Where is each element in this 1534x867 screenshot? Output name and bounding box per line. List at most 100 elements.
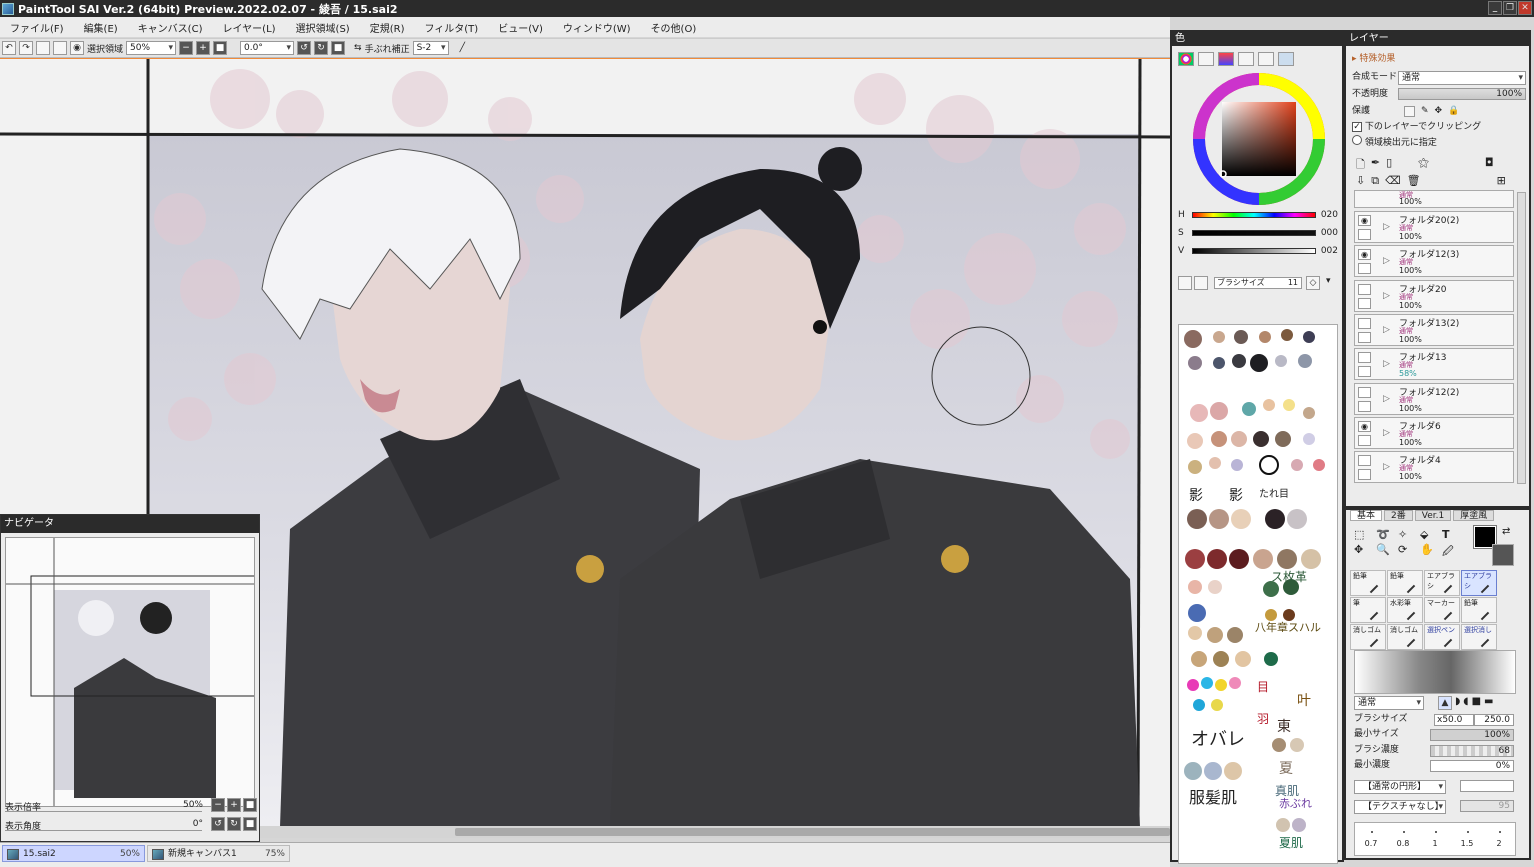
saturation-slider[interactable] [1192,230,1316,236]
ruler-icon[interactable]: ╱ [460,43,465,53]
rotation-select[interactable]: 0.0° [240,41,295,55]
color-wheel[interactable] [1192,72,1326,206]
clipping-checkbox[interactable]: ✓ [1352,122,1362,132]
layer-lock-box[interactable] [1358,297,1371,309]
layer-lock-box[interactable] [1358,400,1371,412]
secondary-color-swatch[interactable] [1492,544,1514,566]
swap-colors-icon[interactable]: ⇄ [1502,526,1510,537]
menu-window[interactable]: ウィンドウ(W) [553,20,641,35]
flip-icon[interactable]: ⇆ [354,43,362,53]
nav-zoom-out-icon[interactable]: − [211,798,225,812]
brush-slot[interactable]: エアブラシ [1424,570,1460,596]
clear-layer-icon[interactable]: ⌫ [1385,174,1401,188]
color-wheel-mode-icon[interactable] [1178,52,1194,66]
protect-lock-icon[interactable]: 🔒 [1448,106,1459,117]
rgb-slider-mode-icon[interactable] [1198,52,1214,66]
zoom-tool-icon[interactable]: 🔍 [1376,543,1396,562]
zoom-reset-icon[interactable]: ■ [213,41,228,55]
hscroll-thumb[interactable] [455,828,1170,836]
layer-item[interactable]: ▷ フォルダ13 通常 58% [1354,348,1514,381]
size-preset[interactable]: 1 [1419,823,1451,855]
folder-expand-icon[interactable]: ▷ [1383,394,1390,404]
text-tool-icon[interactable]: T [1442,528,1462,541]
layer-item[interactable]: ◉ ▷ フォルダ6 通常 100% [1354,416,1514,449]
undo-icon[interactable]: ↶ [2,41,16,55]
layer-item-partial[interactable]: 通常 100% [1354,190,1514,208]
folder-expand-icon[interactable]: ▷ [1383,291,1390,301]
nav-rotate-left-icon[interactable]: ↺ [211,817,225,831]
menu-edit[interactable]: 編集(E) [74,20,128,35]
merge-down-icon[interactable]: ⇩ [1356,174,1365,188]
rotate-left-icon[interactable]: ↺ [297,41,312,55]
value-slider[interactable] [1192,248,1316,254]
swatch-mode-icon[interactable] [1258,52,1274,66]
restore-icon[interactable]: ❐ [1503,1,1517,15]
folder-expand-icon[interactable]: ▷ [1383,256,1390,266]
hue-slider-row[interactable]: H 020 [1178,210,1338,222]
clipping-row[interactable]: ✓ 下のレイヤーでクリッピング [1352,120,1481,134]
brush-slot[interactable]: マーカー [1424,597,1460,623]
value-slider-row[interactable]: V 002 [1178,246,1338,258]
size-preset[interactable]: 1.5 [1451,823,1483,855]
opacity-slider[interactable]: 100% [1398,88,1526,100]
eye-hidden-icon[interactable] [1358,352,1371,364]
lasso-icon[interactable]: ➰ [1376,528,1396,541]
menu-other[interactable]: その他(O) [641,20,707,35]
file-tab-active[interactable]: 15.sai2 50% [2,845,145,862]
folder-expand-icon[interactable]: ▷ [1383,428,1390,438]
brush-texture-strength[interactable]: 95 [1460,800,1514,812]
file-tab[interactable]: 新規キャンバス1 75% [147,845,290,862]
brush-slot[interactable]: 鉛筆 [1461,597,1497,623]
brush-slot[interactable]: 鉛筆 [1350,570,1386,596]
brush-slot[interactable]: 水彩筆 [1387,597,1423,623]
special-effects-toggle[interactable]: ▸ 特殊効果 [1352,52,1395,66]
protect-transparency-icon[interactable] [1404,106,1415,117]
tool-tab-2[interactable]: 2番 [1384,510,1413,521]
menu-selection[interactable]: 選択領域(S) [286,20,360,35]
brush-shape-strength[interactable] [1460,780,1514,792]
zoom-select[interactable]: 50% [126,41,177,55]
brush-slot[interactable]: 選択ペン [1424,624,1460,650]
size-preset[interactable]: 2 [1483,823,1515,855]
eye-hidden-icon[interactable] [1358,386,1371,398]
layer-item[interactable]: ▷ フォルダ13(2) 通常 100% [1354,313,1514,346]
protect-pen-icon[interactable]: ✎ [1421,106,1429,117]
layer-item[interactable]: ▷ フォルダ12(2) 通常 100% [1354,382,1514,415]
min-density-slider[interactable]: 0% [1430,760,1514,772]
brush-slot[interactable]: エアブラシ [1461,570,1497,596]
new-pen-layer-icon[interactable]: ✒ [1371,156,1380,175]
hue-slider[interactable] [1192,212,1316,218]
tool-tab-impasto[interactable]: 厚塗風 [1453,510,1495,521]
layer-settings-icon[interactable]: ⊞ [1497,174,1506,188]
rotate-reset-icon[interactable]: ■ [331,41,346,55]
hand-tool-icon[interactable]: ✋ [1420,543,1440,562]
tool-tab-basic[interactable]: 基本 [1350,510,1383,521]
deselect-icon[interactable] [36,41,50,55]
size-preset[interactable]: 0.8 [1387,823,1419,855]
eyedropper-icon[interactable]: 🖉 [1442,543,1462,562]
layer-item[interactable]: ◉ ▷ フォルダ20(2) 通常 100% [1354,211,1514,243]
tool-tab-ver1[interactable]: Ver.1 [1414,510,1452,521]
brush-slot[interactable]: 選択消し [1461,624,1497,650]
scratchpad-mode-icon[interactable] [1278,52,1294,66]
folder-expand-icon[interactable]: ▷ [1383,359,1390,369]
folder-expand-icon[interactable]: ▷ [1383,325,1390,335]
rotate-tool-icon[interactable]: ⟳ [1398,543,1418,562]
folder-expand-icon[interactable]: ▷ [1383,462,1390,472]
layer-lock-box[interactable] [1358,263,1371,275]
layer-item[interactable]: ▷ フォルダ20 通常 100% [1354,279,1514,312]
selection-source-radio[interactable] [1352,135,1362,145]
nav-rotate-reset-icon[interactable]: ■ [243,817,257,831]
layer-lock-box[interactable] [1358,229,1371,240]
folder-expand-icon[interactable]: ▷ [1383,222,1390,232]
tip-triangle-icon[interactable]: ▲ [1438,696,1452,710]
brush-texture-select[interactable]: 【テクスチャなし】 [1354,800,1446,814]
eye-hidden-icon[interactable] [1358,455,1371,467]
zoom-in-icon[interactable]: + [196,41,211,55]
brush-slot[interactable]: 消しゴム [1387,624,1423,650]
brush-slot[interactable]: 筆 [1350,597,1386,623]
min-size-slider[interactable]: 100% [1430,729,1514,741]
brush-blend-select[interactable]: 通常 [1354,696,1424,710]
brush-size-value[interactable]: 250.0 [1474,714,1514,726]
tip-soft-icon[interactable]: ◖ [1463,696,1468,710]
